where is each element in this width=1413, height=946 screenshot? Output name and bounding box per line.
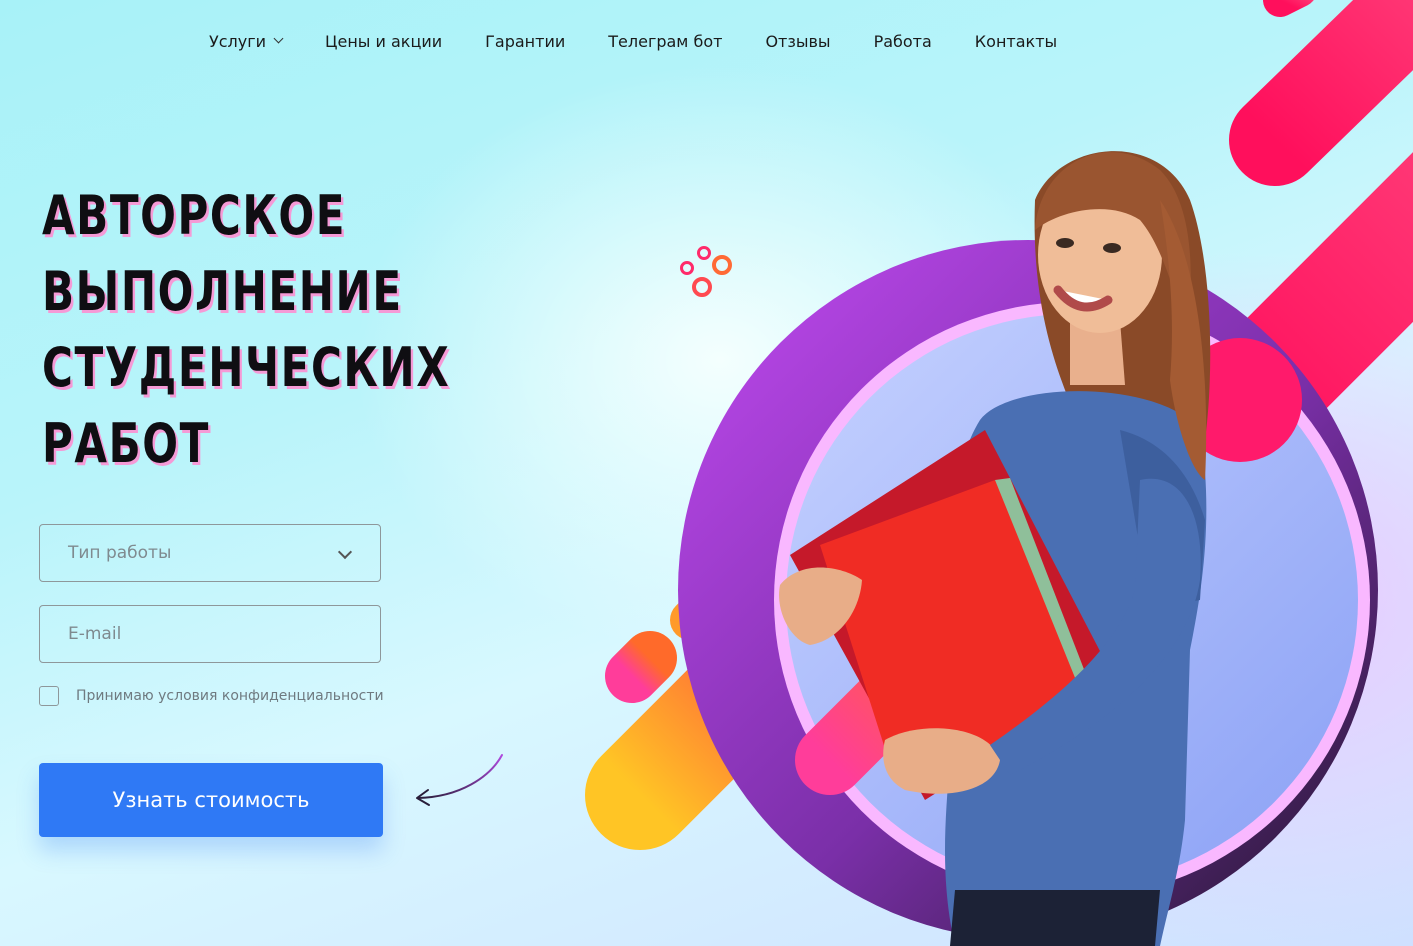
- email-input[interactable]: [68, 624, 348, 644]
- consent-checkbox[interactable]: [39, 686, 59, 706]
- nav-item-label: Отзывы: [765, 31, 831, 51]
- headline-line: АВТОРСКОЕ: [42, 184, 347, 247]
- nav-item-label: Цены и акции: [325, 31, 443, 51]
- nav-item-prices[interactable]: Цены и акции: [325, 32, 442, 51]
- nav-item-guarantees[interactable]: Гарантии: [485, 32, 565, 51]
- consent-row: Принимаю условия конфиденциальности: [39, 686, 384, 706]
- nav-item-label: Работа: [873, 31, 932, 51]
- headline-line: СТУДЕНЧЕСКИХ: [42, 336, 451, 399]
- work-type-select[interactable]: Тип работы: [39, 524, 381, 582]
- hero-headline: АВТОРСКОЕ ВЫПОЛНЕНИЕ СТУДЕНЧЕСКИХ РАБОТ: [42, 178, 565, 482]
- nav-item-label: Телеграм бот: [608, 31, 723, 51]
- headline-line: ВЫПОЛНЕНИЕ: [42, 260, 403, 323]
- nav-item-jobs[interactable]: Работа: [874, 32, 932, 51]
- nav-item-contacts[interactable]: Контакты: [975, 32, 1057, 51]
- email-field: [39, 605, 381, 663]
- work-type-placeholder: Тип работы: [68, 543, 172, 563]
- nav-item-label: Контакты: [974, 31, 1058, 51]
- nav-item-telegram-bot[interactable]: Телеграм бот: [608, 32, 722, 51]
- headline-line: РАБОТ: [42, 412, 210, 475]
- chevron-down-icon: [273, 33, 284, 44]
- nav-item-reviews[interactable]: Отзывы: [765, 32, 830, 51]
- main-nav: Услуги Цены и акции Гарантии Телеграм бо…: [209, 26, 1057, 56]
- nav-item-label: Услуги: [209, 31, 267, 51]
- curved-arrow-icon: [416, 754, 503, 806]
- nav-item-services[interactable]: Услуги: [209, 31, 284, 51]
- get-price-button[interactable]: Узнать стоимость: [39, 763, 383, 837]
- nav-item-label: Гарантии: [485, 31, 566, 51]
- chevron-down-icon: [337, 544, 353, 560]
- consent-label: Принимаю условия конфиденциальности: [76, 688, 384, 704]
